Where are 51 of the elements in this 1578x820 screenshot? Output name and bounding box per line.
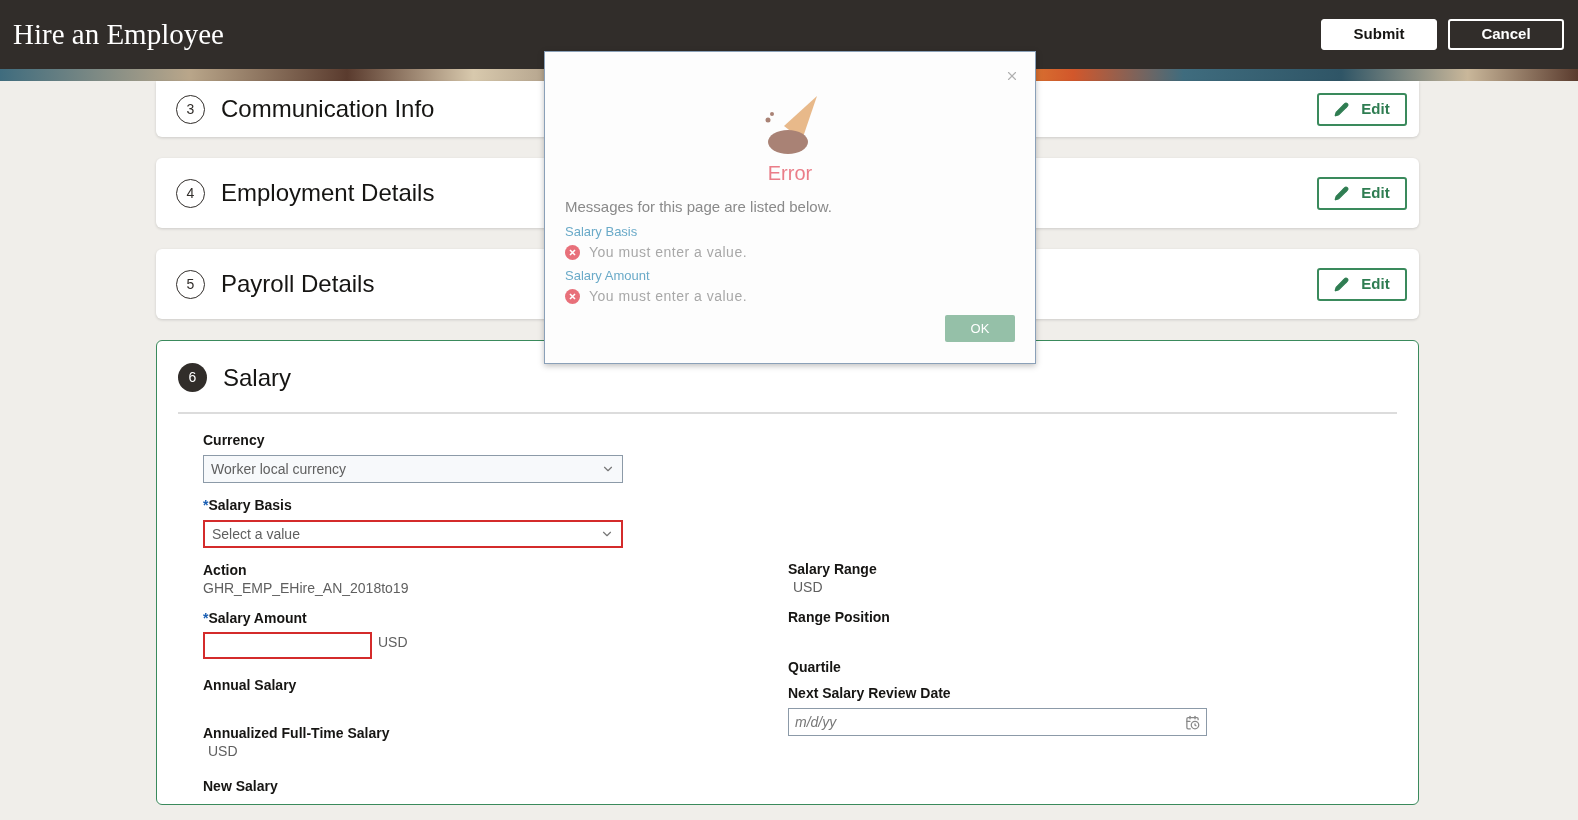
select-placeholder: Select a value [212, 524, 300, 544]
field-label: Next Salary Review Date [788, 684, 951, 702]
edit-button[interactable]: Edit [1317, 176, 1407, 210]
select-field[interactable]: Select a value [203, 520, 623, 548]
submit-button[interactable]: Submit [1321, 19, 1437, 50]
pencil-icon [1334, 185, 1350, 201]
error-text: You must enter a value. [589, 242, 748, 262]
field-link[interactable]: Salary Amount [565, 266, 1015, 285]
field-label: Currency [203, 431, 265, 449]
field-label: Annual Salary [203, 676, 297, 694]
pencil-icon [1334, 276, 1350, 292]
field-label: Quartile [788, 658, 841, 676]
error-icon [565, 244, 580, 260]
field-label: Annualized Full-Time Salary [203, 724, 390, 742]
section-title: Employment Details [221, 178, 435, 208]
edit-button[interactable]: Edit [1317, 92, 1407, 126]
close-button[interactable] [1005, 69, 1019, 83]
date-field[interactable]: m/d/yy [788, 708, 1207, 736]
calendar-icon[interactable] [1185, 714, 1200, 730]
date-placeholder: m/d/yy [795, 712, 837, 732]
field-label: New Salary [203, 777, 278, 795]
field-link[interactable]: Salary Basis [565, 222, 1015, 241]
required-asterisk: * [203, 609, 209, 627]
select-field[interactable]: Worker local currency [203, 455, 623, 483]
field-value: USD [792, 578, 824, 596]
field-value: USD [207, 742, 239, 760]
pencil-icon [1334, 101, 1350, 117]
cancel-button[interactable]: Cancel [1448, 19, 1564, 50]
step-number: 6 [178, 363, 207, 392]
step-number: 3 [176, 94, 205, 124]
field-value: GHR_EMP_EHire_AN_2018to19 [203, 579, 410, 597]
field-label: Salary Range [788, 560, 877, 578]
field-label: Action [203, 561, 247, 579]
page-title: Hire an Employee [13, 16, 224, 52]
field-label: Salary Basis [208, 496, 292, 514]
dialog-title: Error [767, 161, 813, 186]
section-title: Salary [223, 362, 292, 393]
amount-input[interactable] [203, 632, 372, 659]
section-title: Payroll Details [221, 269, 375, 299]
dialog-message: Messages for this page are listed below. [565, 197, 833, 217]
currency-unit: USD [378, 633, 408, 652]
section-title: Communication Info [221, 94, 435, 124]
required-asterisk: * [203, 496, 209, 514]
step-number: 5 [176, 269, 205, 299]
field-label: Salary Amount [208, 609, 307, 627]
select-value: Worker local currency [211, 459, 347, 479]
step-number: 4 [176, 178, 205, 208]
error-text: You must enter a value. [589, 286, 748, 306]
error-icon [565, 288, 580, 304]
edit-button[interactable]: Edit [1317, 267, 1407, 301]
field-label: Range Position [788, 608, 890, 626]
